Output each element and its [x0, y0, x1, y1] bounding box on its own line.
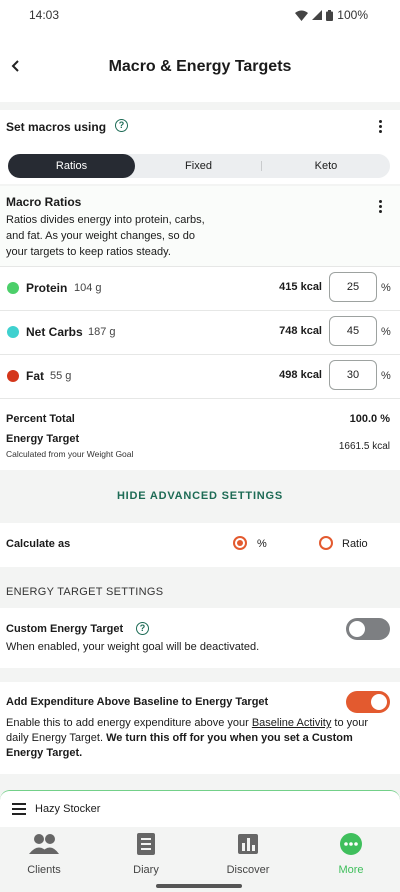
clients-icon — [29, 834, 59, 854]
more-icon — [340, 833, 362, 855]
add-expenditure-label: Add Expenditure Above Baseline to Energy… — [6, 696, 269, 708]
expenditure-card: Add Expenditure Above Baseline to Energy… — [0, 682, 400, 774]
macro-ratios-description: Ratios divides energy into protein, carb… — [6, 214, 205, 258]
baseline-activity-link[interactable]: Baseline Activity — [252, 717, 331, 729]
active-user-bar[interactable]: Hazy Stocker — [0, 790, 400, 827]
fat-ratio-input[interactable]: 30 — [329, 360, 377, 390]
nav-label: Diary — [133, 864, 159, 876]
custom-energy-target-description: When enabled, your weight goal will be d… — [6, 641, 260, 653]
user-name: Hazy Stocker — [35, 803, 101, 815]
toggle-knob — [371, 694, 387, 710]
nav-item-clients[interactable]: Clients — [0, 833, 94, 876]
macro-ratios-title: Macro Ratios — [6, 195, 82, 209]
calculate-as-label: Calculate as — [6, 538, 71, 550]
nav-item-discover[interactable]: Discover — [198, 833, 298, 876]
hide-advanced-settings-button[interactable]: HIDE ADVANCED SETTINGS — [0, 490, 400, 502]
macro-row-fat: Fat 55 g 498 kcal 30 % — [0, 354, 400, 398]
set-macros-card: Set macros using ? Ratios Fixed Keto — [0, 110, 400, 184]
segment-ratios[interactable]: Ratios — [8, 154, 135, 178]
help-icon[interactable]: ? — [136, 622, 149, 635]
unit-label: % — [381, 282, 391, 294]
bottom-navigation: Clients Diary Discover More — [0, 827, 400, 892]
battery-level: 100% — [337, 8, 368, 22]
totals-section: Percent Total 100.0 % Energy Target Calc… — [0, 398, 400, 470]
macro-kcal: 415 kcal — [279, 281, 322, 293]
macro-kcal: 498 kcal — [279, 369, 322, 381]
status-bar: 14:03 100% — [0, 0, 400, 30]
page-title: Macro & Energy Targets — [108, 58, 292, 75]
protein-dot — [7, 282, 19, 294]
add-expenditure-toggle[interactable] — [346, 691, 390, 713]
calculate-as-row: Calculate as % Ratio — [0, 523, 400, 567]
macro-grams: 55 g — [50, 370, 72, 382]
nav-item-more[interactable]: More — [301, 833, 400, 876]
radio-percent-label: % — [257, 538, 267, 550]
discover-icon — [238, 834, 258, 854]
macro-grams: 187 g — [88, 326, 116, 338]
signal-icon — [312, 10, 323, 20]
radio-percent[interactable] — [233, 536, 247, 550]
status-time: 14:03 — [29, 8, 60, 22]
custom-energy-target-label: Custom Energy Target — [6, 623, 124, 635]
battery-icon — [326, 9, 334, 21]
radio-ratio-label: Ratio — [342, 538, 368, 550]
macro-name: Net Carbs — [26, 325, 83, 339]
macro-row-protein: Protein 104 g 415 kcal 25 % — [0, 266, 400, 310]
nav-label: Discover — [226, 864, 270, 876]
unit-label: % — [381, 326, 391, 338]
net-carbs-ratio-input[interactable]: 45 — [329, 316, 377, 346]
segment-keto[interactable]: Keto — [262, 154, 390, 178]
custom-energy-target-card: Custom Energy Target ? When enabled, you… — [0, 608, 400, 668]
custom-energy-target-toggle[interactable] — [346, 618, 390, 640]
help-icon[interactable]: ? — [115, 119, 128, 132]
macro-grams: 104 g — [74, 282, 102, 294]
nav-label: More — [338, 864, 364, 876]
nav-label: Clients — [27, 864, 61, 876]
menu-icon[interactable] — [12, 803, 26, 815]
macro-kcal: 748 kcal — [279, 325, 322, 337]
diary-icon — [137, 833, 155, 855]
wifi-icon — [295, 10, 309, 21]
nav-item-diary[interactable]: Diary — [96, 833, 196, 876]
energy-target-sub: Calculated from your Weight Goal — [6, 449, 134, 459]
macro-ratios-card: Macro Ratios Ratios divides energy into … — [0, 186, 400, 470]
more-options-icon[interactable] — [373, 118, 387, 136]
add-expenditure-description: Enable this to add energy expenditure ab… — [6, 716, 386, 761]
energy-target-value: 1661.5 kcal — [338, 441, 390, 452]
unit-label: % — [381, 370, 391, 382]
macro-name: Fat — [26, 369, 44, 383]
fat-dot — [7, 370, 19, 382]
energy-target-label: Energy Target — [6, 433, 80, 445]
macro-method-selector: Ratios Fixed Keto — [8, 154, 390, 178]
macro-name: Protein — [26, 281, 68, 295]
radio-ratio[interactable] — [319, 536, 333, 550]
percent-total-label: Percent Total — [6, 413, 75, 425]
macro-ratios-header: Macro Ratios Ratios divides energy into … — [0, 186, 400, 268]
home-indicator — [156, 884, 242, 888]
segment-fixed[interactable]: Fixed — [135, 154, 262, 178]
toggle-knob — [349, 621, 365, 637]
set-macros-label: Set macros using — [6, 120, 107, 134]
macro-row-net-carbs: Net Carbs 187 g 748 kcal 45 % — [0, 310, 400, 354]
more-options-icon[interactable] — [373, 198, 387, 216]
app-header: Macro & Energy Targets — [0, 30, 400, 102]
description-text: Enable this to add energy expenditure ab… — [6, 717, 252, 729]
net-carbs-dot — [7, 326, 19, 338]
percent-total-value: 100.0 % — [349, 413, 390, 425]
status-icons: 100% — [295, 8, 368, 22]
protein-ratio-input[interactable]: 25 — [329, 272, 377, 302]
energy-target-settings-heading: ENERGY TARGET SETTINGS — [6, 586, 164, 598]
